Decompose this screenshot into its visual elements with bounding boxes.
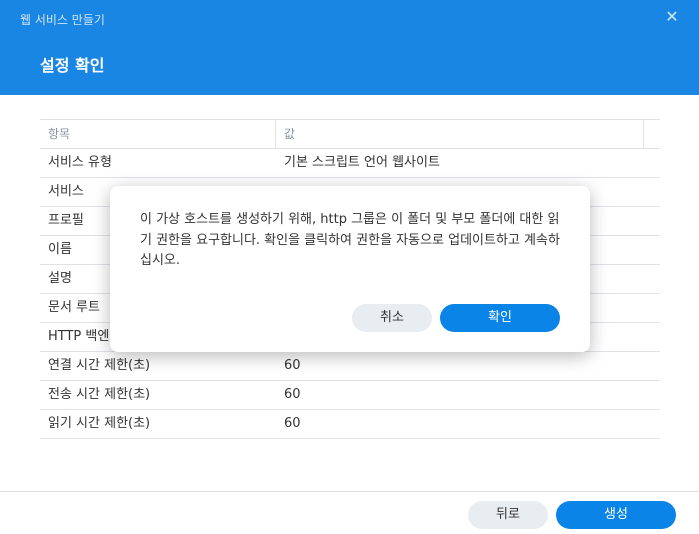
close-icon[interactable]: ✕ bbox=[662, 7, 682, 27]
column-header-item[interactable]: 항목 bbox=[40, 120, 276, 148]
row-value: 기본 스크립트 언어 웹사이트 bbox=[284, 155, 440, 170]
column-header-value[interactable]: 값 bbox=[276, 120, 644, 148]
table-row: 서비스 유형 기본 스크립트 언어 웹사이트 bbox=[40, 149, 660, 178]
row-value: 60 bbox=[284, 416, 301, 431]
ok-button[interactable]: 확인 bbox=[440, 304, 560, 332]
table-header: 항목 값 bbox=[40, 120, 660, 149]
create-button[interactable]: 생성 bbox=[556, 501, 676, 529]
dialog-header: 웹 서비스 만들기 ✕ 설정 확인 bbox=[0, 0, 699, 95]
page-title: 설정 확인 bbox=[40, 56, 105, 75]
permission-confirm-dialog: 이 가상 호스트를 생성하기 위해, http 그룹은 이 폴더 및 부모 폴더… bbox=[110, 186, 590, 352]
table-row: 읽기 시간 제한(초) 60 bbox=[40, 410, 660, 439]
row-item: 서비스 유형 bbox=[48, 155, 112, 170]
back-button[interactable]: 뒤로 bbox=[468, 501, 548, 529]
row-value: 60 bbox=[284, 358, 301, 373]
table-row: 연결 시간 제한(초) 60 bbox=[40, 352, 660, 381]
row-value: 60 bbox=[284, 387, 301, 402]
row-item: 연결 시간 제한(초) bbox=[48, 358, 151, 373]
window-title: 웹 서비스 만들기 bbox=[20, 13, 105, 27]
table-row: 전송 시간 제한(초) 60 bbox=[40, 381, 660, 410]
row-item: 전송 시간 제한(초) bbox=[48, 387, 151, 402]
cancel-button[interactable]: 취소 bbox=[352, 304, 432, 332]
dialog-message: 이 가상 호스트를 생성하기 위해, http 그룹은 이 폴더 및 부모 폴더… bbox=[140, 212, 560, 268]
row-item: 읽기 시간 제한(초) bbox=[48, 416, 151, 431]
